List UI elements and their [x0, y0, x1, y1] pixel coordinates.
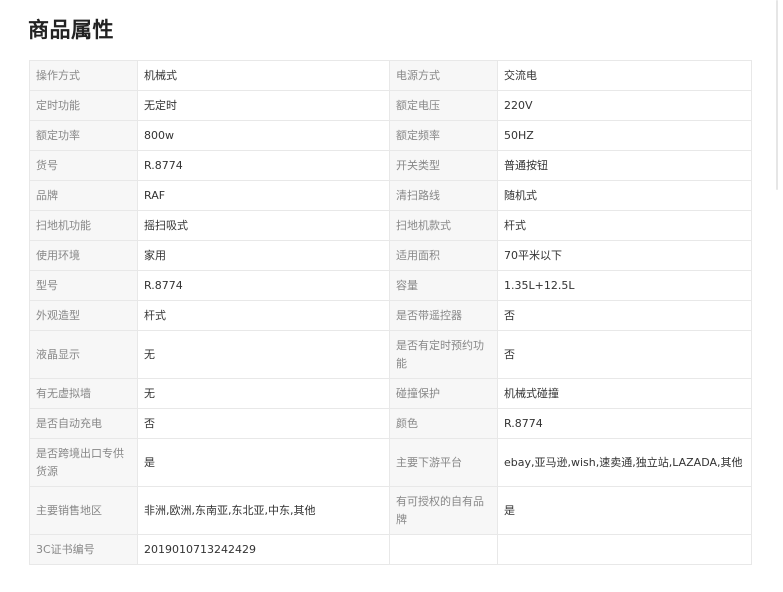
attr-label: 清扫路线 — [389, 180, 498, 211]
attr-label: 3C证书编号 — [29, 534, 138, 565]
attr-value: 无定时 — [137, 90, 390, 121]
attr-value: 家用 — [137, 240, 390, 271]
attr-value: 杆式 — [497, 210, 752, 241]
attr-value: 摇扫吸式 — [137, 210, 390, 241]
attr-value: 普通按钮 — [497, 150, 752, 181]
attr-label: 使用环境 — [29, 240, 138, 271]
attr-value: 70平米以下 — [497, 240, 752, 271]
attr-value: 50HZ — [497, 120, 752, 151]
attr-label: 外观造型 — [29, 300, 138, 331]
attr-label: 额定功率 — [29, 120, 138, 151]
table-row: 主要销售地区 非洲,欧洲,东南亚,东北亚,中东,其他 有可授权的自有品牌 是 — [29, 486, 752, 535]
attr-label: 适用面积 — [389, 240, 498, 271]
attr-value: R.8774 — [137, 270, 390, 301]
attr-label: 是否有定时预约功能 — [389, 330, 498, 379]
attr-value: 1.35L+12.5L — [497, 270, 752, 301]
attr-value: 220V — [497, 90, 752, 121]
attr-label: 电源方式 — [389, 60, 498, 91]
attr-label: 有可授权的自有品牌 — [389, 486, 498, 535]
attr-label: 碰撞保护 — [389, 378, 498, 409]
table-row: 是否跨境出口专供货源 是 主要下游平台 ebay,亚马逊,wish,速卖通,独立… — [29, 438, 752, 487]
attr-label: 额定频率 — [389, 120, 498, 151]
attr-value: 机械式 — [137, 60, 390, 91]
attr-label: 扫地机款式 — [389, 210, 498, 241]
table-row: 额定功率 800w 额定频率 50HZ — [29, 120, 752, 151]
attributes-table: 操作方式 机械式 电源方式 交流电 定时功能 无定时 额定电压 220V 额定功… — [29, 60, 752, 565]
attr-value: 机械式碰撞 — [497, 378, 752, 409]
table-row: 定时功能 无定时 额定电压 220V — [29, 90, 752, 121]
attr-label: 有无虚拟墙 — [29, 378, 138, 409]
attr-value: R.8774 — [497, 408, 752, 439]
empty-cell — [389, 534, 498, 565]
attr-label: 型号 — [29, 270, 138, 301]
attr-value: 非洲,欧洲,东南亚,东北亚,中东,其他 — [137, 486, 390, 535]
table-row: 操作方式 机械式 电源方式 交流电 — [29, 60, 752, 91]
attr-label: 是否跨境出口专供货源 — [29, 438, 138, 487]
table-row: 是否自动充电 否 颜色 R.8774 — [29, 408, 752, 439]
attr-value: ebay,亚马逊,wish,速卖通,独立站,LAZADA,其他 — [497, 438, 752, 487]
attr-value: 否 — [137, 408, 390, 439]
attr-value: 2019010713242429 — [137, 534, 390, 565]
table-row: 货号 R.8774 开关类型 普通按钮 — [29, 150, 752, 181]
attr-label: 扫地机功能 — [29, 210, 138, 241]
attr-value: RAF — [137, 180, 390, 211]
attr-label: 是否自动充电 — [29, 408, 138, 439]
attr-label: 是否带遥控器 — [389, 300, 498, 331]
attr-value: 杆式 — [137, 300, 390, 331]
table-row: 使用环境 家用 适用面积 70平米以下 — [29, 240, 752, 271]
attr-label: 定时功能 — [29, 90, 138, 121]
attr-label: 品牌 — [29, 180, 138, 211]
attr-label: 容量 — [389, 270, 498, 301]
attr-value: 无 — [137, 378, 390, 409]
attr-value: 800w — [137, 120, 390, 151]
table-row: 扫地机功能 摇扫吸式 扫地机款式 杆式 — [29, 210, 752, 241]
table-row: 液晶显示 无 是否有定时预约功能 否 — [29, 330, 752, 379]
attr-label: 货号 — [29, 150, 138, 181]
page-title: 商品属性 — [28, 18, 114, 42]
attr-label: 操作方式 — [29, 60, 138, 91]
table-row: 外观造型 杆式 是否带遥控器 否 — [29, 300, 752, 331]
table-row: 有无虚拟墙 无 碰撞保护 机械式碰撞 — [29, 378, 752, 409]
attr-value: 是 — [137, 438, 390, 487]
attr-label: 额定电压 — [389, 90, 498, 121]
attr-value: 交流电 — [497, 60, 752, 91]
table-row: 品牌 RAF 清扫路线 随机式 — [29, 180, 752, 211]
attr-label: 液晶显示 — [29, 330, 138, 379]
attr-label: 主要销售地区 — [29, 486, 138, 535]
attr-value: 是 — [497, 486, 752, 535]
empty-cell — [497, 534, 752, 565]
attr-value: 无 — [137, 330, 390, 379]
attr-value: R.8774 — [137, 150, 390, 181]
scrollbar[interactable] — [776, 0, 778, 190]
attr-label: 开关类型 — [389, 150, 498, 181]
attr-label: 主要下游平台 — [389, 438, 498, 487]
attr-label: 颜色 — [389, 408, 498, 439]
table-row: 3C证书编号 2019010713242429 — [29, 534, 752, 565]
attr-value: 随机式 — [497, 180, 752, 211]
attr-value: 否 — [497, 300, 752, 331]
attr-value: 否 — [497, 330, 752, 379]
table-row: 型号 R.8774 容量 1.35L+12.5L — [29, 270, 752, 301]
